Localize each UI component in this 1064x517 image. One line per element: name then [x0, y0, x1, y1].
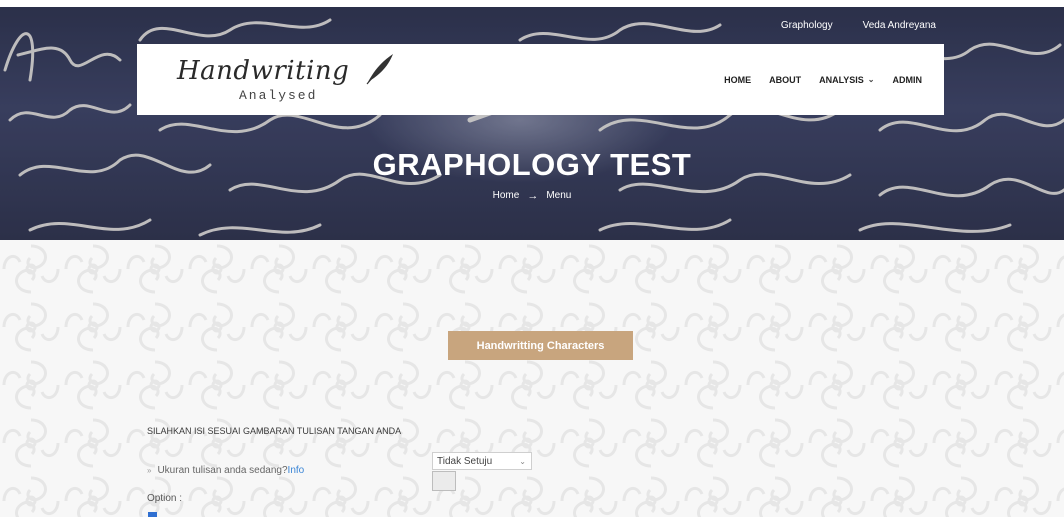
arrow-right-icon: → [527, 190, 539, 202]
breadcrumb-current: Menu [546, 190, 572, 201]
page-title: GRAPHOLOGY TEST [372, 147, 692, 182]
instruction-text: SILAHKAN ISI SESUAI GAMBARAN TULISAN TAN… [147, 426, 402, 436]
question-text: Ukuran tulisan anda sedang? [157, 465, 288, 476]
option-radio-marker[interactable] [148, 512, 157, 517]
option-label: Option : [147, 493, 183, 504]
nav-about[interactable]: ABOUT [769, 75, 801, 85]
nav-home[interactable]: HOME [724, 75, 751, 85]
small-input-box[interactable] [432, 471, 456, 491]
logo-script-text: Handwriting [177, 55, 350, 86]
handwriting-characters-button[interactable]: Handwritting Characters [448, 331, 633, 360]
nav-analysis[interactable]: ANALYSIS ⌄ [819, 75, 874, 85]
breadcrumb-home[interactable]: Home [493, 190, 520, 202]
site-logo[interactable]: Handwriting Analysed [177, 52, 397, 108]
chevron-down-icon: ⌄ [867, 75, 875, 84]
top-links: Graphology Veda Andreyana [781, 20, 936, 31]
quill-icon [366, 53, 393, 84]
bullet-icon: » [147, 466, 152, 475]
info-link[interactable]: Info [288, 465, 305, 476]
nav-menu: HOME ABOUT ANALYSIS ⌄ ADMIN [724, 75, 922, 85]
logo-sub-text: Analysed [239, 87, 318, 103]
main-navbar: Handwriting Analysed HOME ABOUT ANALYSIS… [137, 44, 944, 115]
top-link-graphology[interactable]: Graphology [781, 20, 833, 31]
nav-admin[interactable]: ADMIN [893, 75, 923, 85]
answer-select[interactable]: Tidak Setuju ⌄ [432, 452, 532, 470]
answer-select-value: Tidak Setuju [437, 455, 493, 467]
chevron-down-icon: ⌄ [519, 456, 526, 466]
top-link-user[interactable]: Veda Andreyana [863, 20, 936, 31]
hero-banner: Graphology Veda Andreyana Handwriting An… [0, 0, 1064, 240]
breadcrumb: Home → Menu [0, 190, 1064, 202]
question-row: » Ukuran tulisan anda sedang?Info [147, 465, 304, 476]
